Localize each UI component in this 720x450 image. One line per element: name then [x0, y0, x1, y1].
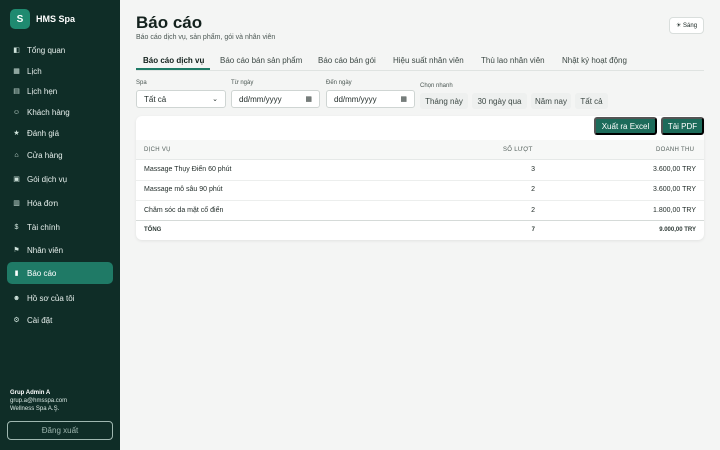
sidebar-item-packages[interactable]: ▣ Gói dịch vụ [7, 168, 113, 190]
logout-button[interactable]: Đăng xuất [7, 421, 113, 440]
row-divider [136, 180, 704, 181]
money-bag-icon: $ [14, 223, 19, 231]
customers-icon: ☺ [12, 108, 21, 116]
quick-select-label: Chọn nhanh [420, 83, 453, 89]
sidebar-item-settings[interactable]: ⚙ Cài đặt [7, 310, 113, 330]
row-count: 3 [531, 166, 535, 173]
sidebar-item-profile[interactable]: ☻ Hồ sơ của tôi [7, 287, 113, 309]
tab-service-report[interactable]: Báo cáo dịch vụ [143, 56, 204, 65]
row-revenue: 3.600,00 TRY [653, 186, 696, 193]
to-date-label: Đến ngày [326, 80, 352, 86]
total-count: 7 [531, 227, 535, 233]
brand[interactable]: S HMS Spa [10, 9, 75, 29]
user-email: grup.a@hmsspa.com [10, 398, 68, 404]
sidebar-item-label: Hồ sơ của tôi [27, 293, 75, 303]
column-header-revenue: DOANH THU [656, 147, 695, 153]
from-date-placeholder: dd/mm/yyyy [239, 94, 282, 104]
total-label: TỔNG [144, 227, 162, 233]
row-service: Chăm sóc da mặt cổ điển [144, 207, 224, 214]
sidebar-item-label: Tổng quan [27, 45, 66, 55]
total-revenue: 9.000,00 TRY [659, 227, 696, 233]
row-revenue: 1.800,00 TRY [653, 207, 696, 214]
user-info: Grup Admin A grup.a@hmsspa.com Wellness … [10, 389, 67, 413]
sidebar: S HMS Spa ◧ Tổng quan ▦ Lịch ▤ Lịch hẹn … [0, 0, 120, 450]
theme-toggle-button[interactable]: ☀ Sáng [669, 17, 704, 34]
spa-select[interactable]: Tất cả ⌄ [136, 90, 226, 108]
sidebar-item-label: Lịch hẹn [27, 86, 58, 96]
table-header [136, 140, 704, 160]
from-date-input[interactable]: dd/mm/yyyy ▦ [231, 90, 320, 108]
to-date-placeholder: dd/mm/yyyy [334, 94, 377, 104]
tab-package-sales[interactable]: Báo cáo bán gói [318, 56, 376, 65]
spa-label: Spa [136, 80, 147, 86]
sidebar-item-finance[interactable]: $ Tài chính [7, 216, 113, 238]
spa-select-value: Tất cả [144, 94, 167, 104]
overview-icon: ◧ [13, 47, 20, 54]
sidebar-item-label: Lịch [27, 66, 42, 76]
star-icon: ★ [13, 130, 20, 137]
sidebar-item-label: Gói dịch vụ [27, 174, 68, 184]
appointments-icon: ▤ [13, 88, 20, 95]
row-count: 2 [531, 186, 535, 193]
sidebar-item-overview[interactable]: ◧ Tổng quan [7, 40, 113, 60]
store-icon: ⌂ [14, 151, 19, 159]
quick-all-button[interactable]: Tất cả [575, 93, 608, 109]
row-service: Massage mô sâu 90 phút [144, 186, 223, 193]
calendar-icon: ▦ [305, 96, 312, 103]
gear-icon: ⚙ [13, 317, 20, 324]
sidebar-item-label: Báo cáo [27, 268, 57, 278]
download-pdf-button[interactable]: Tải PDF [661, 117, 704, 135]
user-company: Wellness Spa A.Ş. [10, 406, 60, 412]
sidebar-item-calendar[interactable]: ▦ Lịch [7, 61, 113, 81]
sidebar-item-label: Cài đặt [27, 315, 53, 325]
sidebar-item-reviews[interactable]: ★ Đánh giá [7, 123, 113, 143]
brand-logo: S [10, 9, 30, 29]
calendar-icon: ▦ [400, 96, 407, 103]
sidebar-item-appointments[interactable]: ▤ Lịch hẹn [7, 81, 113, 101]
row-service: Massage Thụy Điển 60 phút [144, 166, 232, 173]
sidebar-item-label: Khách hàng [27, 107, 70, 117]
sidebar-item-staff[interactable]: ⚑ Nhân viên [7, 239, 113, 261]
to-date-input[interactable]: dd/mm/yyyy ▦ [326, 90, 415, 108]
table-footer-divider [136, 220, 704, 221]
sidebar-item-label: Hóa đơn [27, 198, 59, 208]
sidebar-item-label: Đánh giá [27, 128, 60, 138]
column-header-count: SỐ LƯỢT [503, 147, 533, 153]
tab-product-sales[interactable]: Báo cáo bán sản phẩm [220, 56, 302, 65]
sidebar-item-customers[interactable]: ☺ Khách hàng [7, 102, 113, 122]
sidebar-item-label: Nhân viên [27, 245, 64, 255]
invoice-icon: ▥ [13, 200, 20, 207]
user-icon: ☻ [12, 294, 21, 302]
sidebar-item-label: Tài chính [27, 222, 60, 232]
sidebar-item-reports[interactable]: ▮ Báo cáo [7, 262, 113, 284]
chevron-down-icon: ⌄ [212, 96, 218, 103]
row-count: 2 [531, 207, 535, 214]
brand-name: HMS Spa [36, 14, 76, 24]
row-divider [136, 200, 704, 201]
sidebar-item-store[interactable]: ⌂ Cửa hàng [7, 144, 113, 166]
sidebar-item-label: Cửa hàng [27, 150, 63, 160]
page-title: Báo cáo [136, 13, 203, 32]
quick-last-30-days-button[interactable]: 30 ngày qua [472, 93, 527, 109]
tab-staff-compensation[interactable]: Thù lao nhân viên [481, 56, 545, 65]
staff-icon: ⚑ [13, 247, 20, 254]
from-date-label: Từ ngày [231, 80, 254, 86]
tab-staff-performance[interactable]: Hiệu suất nhân viên [393, 56, 464, 65]
quick-this-year-button[interactable]: Năm nay [531, 93, 571, 109]
active-tab-indicator [136, 68, 210, 70]
calendar-icon: ▦ [13, 68, 20, 75]
chart-icon: ▮ [14, 270, 19, 277]
page-subtitle: Báo cáo dịch vụ, sản phẩm, gói và nhân v… [136, 34, 276, 41]
row-revenue: 3.600,00 TRY [653, 166, 696, 173]
column-header-service: DỊCH VỤ [144, 147, 171, 153]
export-excel-button[interactable]: Xuất ra Excel [594, 117, 657, 135]
quick-this-month-button[interactable]: Tháng này [420, 93, 468, 109]
package-icon: ▣ [13, 176, 20, 183]
tab-activity-log[interactable]: Nhật ký hoạt động [562, 56, 627, 65]
sidebar-item-invoices[interactable]: ▥ Hóa đơn [7, 192, 113, 214]
user-name: Grup Admin A [10, 390, 51, 396]
